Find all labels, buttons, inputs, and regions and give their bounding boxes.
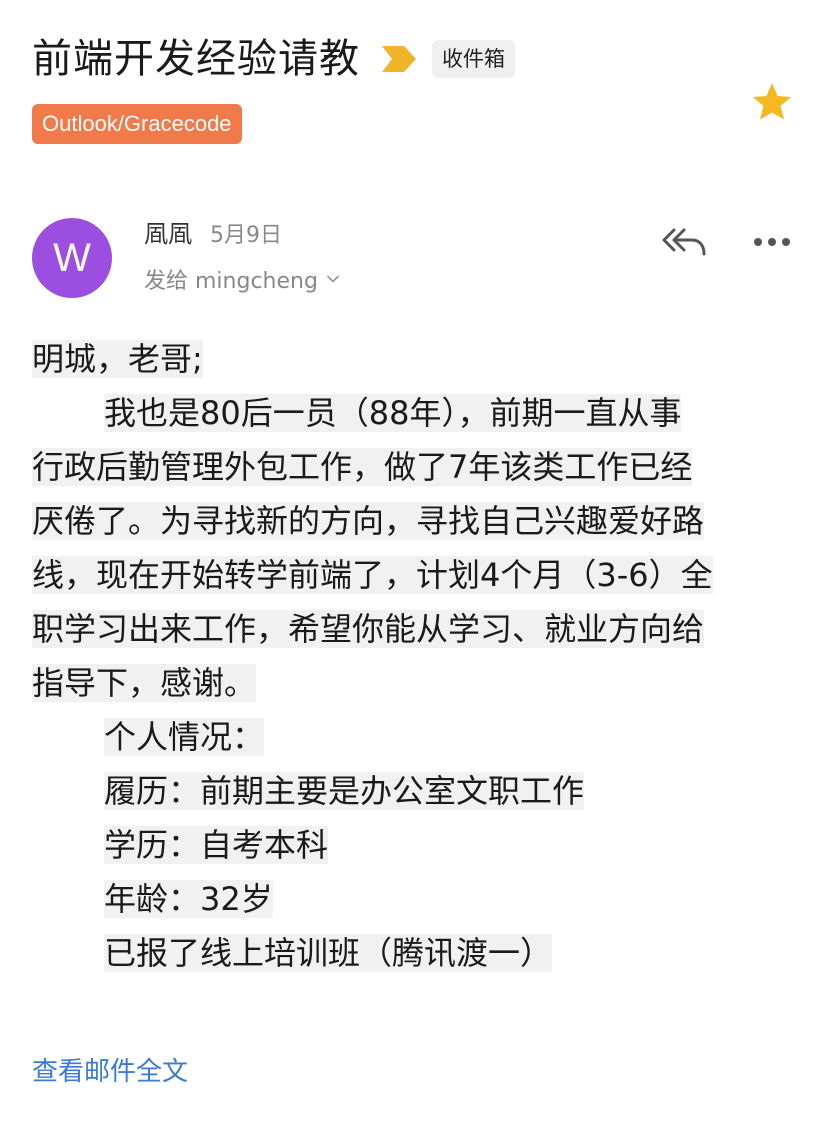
importance-arrow-icon[interactable] (380, 44, 418, 74)
avatar[interactable]: W (32, 218, 112, 298)
chevron-down-icon (327, 275, 339, 283)
sender-line: 凮凮 5月9日 (144, 214, 282, 249)
recipient-text: 发给 mingcheng (144, 269, 318, 294)
folder-chip[interactable]: 收件箱 (432, 40, 515, 78)
greeting: 明城，老哥; (32, 340, 203, 378)
more-icon[interactable] (752, 232, 792, 252)
recipient-line[interactable]: 发给 mingcheng (144, 263, 340, 295)
email-subject: 前端开发经验请教 (32, 36, 360, 82)
sender-name[interactable]: 凮凮 (144, 214, 192, 249)
age-line: 年龄：32岁 (104, 880, 273, 918)
star-icon[interactable] (750, 80, 794, 124)
view-full-email-link[interactable]: 查看邮件全文 (32, 1052, 188, 1092)
course-line: 已报了线上培训班（腾讯渡一） (104, 934, 553, 972)
body-line-5: 职学习出来工作，希望你能从学习、就业方向给 (32, 610, 705, 648)
body-line-1: 我也是80后一员（88年），前期一直从事 (104, 394, 682, 432)
reply-all-icon[interactable] (660, 222, 708, 262)
email-body: 明城，老哥; 我也是80后一员（88年），前期一直从事 行政后勤管理外包工作，做… (32, 332, 802, 980)
account-tag: Outlook/Gracecode (32, 104, 242, 144)
personal-title: 个人情况： (104, 718, 265, 756)
subject-row: 前端开发经验请教 收件箱 (32, 30, 515, 88)
education-line: 学历：自考本科 (104, 826, 329, 864)
sent-date: 5月9日 (210, 223, 282, 248)
body-line-6: 指导下，感谢。 (32, 664, 257, 702)
body-line-2: 行政后勤管理外包工作，做了7年该类工作已经 (32, 448, 693, 486)
body-line-3: 厌倦了。为寻找新的方向，寻找自己兴趣爱好路 (32, 502, 705, 540)
resume-line: 履历：前期主要是办公室文职工作 (104, 772, 585, 810)
body-line-4: 线，现在开始转学前端了，计划4个月（3-6）全 (32, 556, 713, 594)
